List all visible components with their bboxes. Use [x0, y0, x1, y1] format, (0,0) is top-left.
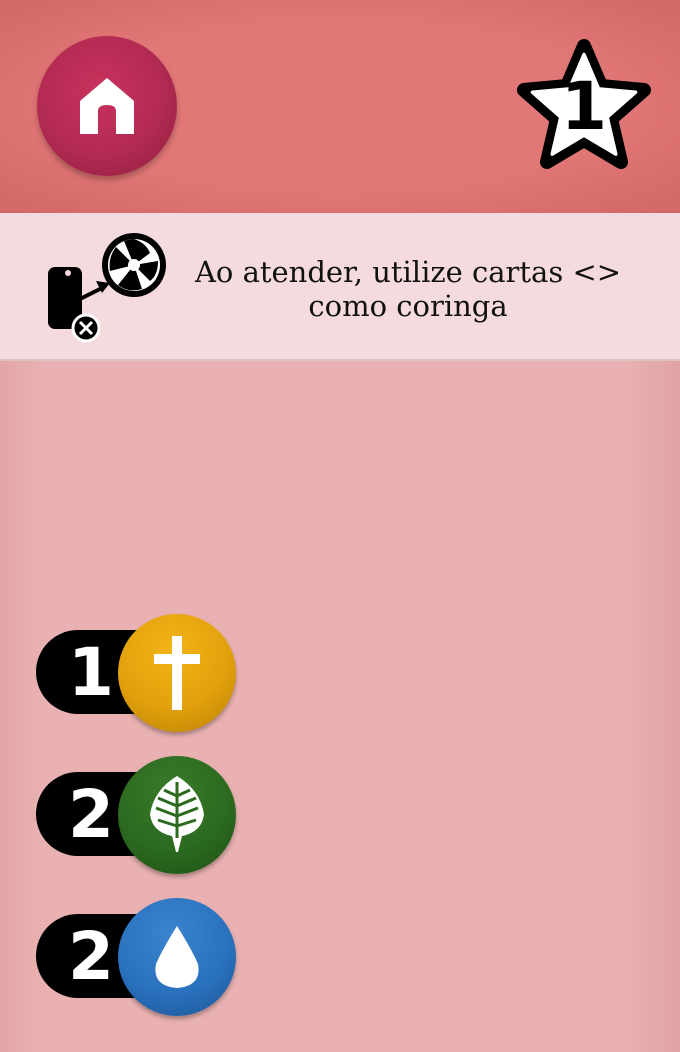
resource-count: 2: [68, 776, 114, 853]
rule-text: Ao atender, utilize cartas <> como corin…: [194, 255, 622, 323]
resource-faith: 1: [36, 614, 246, 734]
water-drop-icon: [155, 926, 199, 988]
level-number: 1: [561, 68, 607, 145]
resource-count: 2: [68, 918, 114, 995]
home-button[interactable]: [37, 36, 177, 176]
nature-token: [118, 756, 236, 874]
cross-icon: [154, 636, 200, 710]
resource-nature: 2: [36, 756, 246, 876]
level-badge: 1: [515, 38, 653, 174]
water-token: [118, 898, 236, 1016]
resource-water: 2: [36, 898, 246, 1018]
rule-banner: Ao atender, utilize cartas <> como corin…: [0, 213, 680, 361]
card-swap-icon: [48, 233, 166, 343]
leaf-icon: [150, 776, 204, 852]
faith-token: [118, 614, 236, 732]
resource-count: 1: [68, 634, 114, 711]
home-icon: [80, 78, 134, 134]
top-bar: 1: [0, 0, 680, 213]
